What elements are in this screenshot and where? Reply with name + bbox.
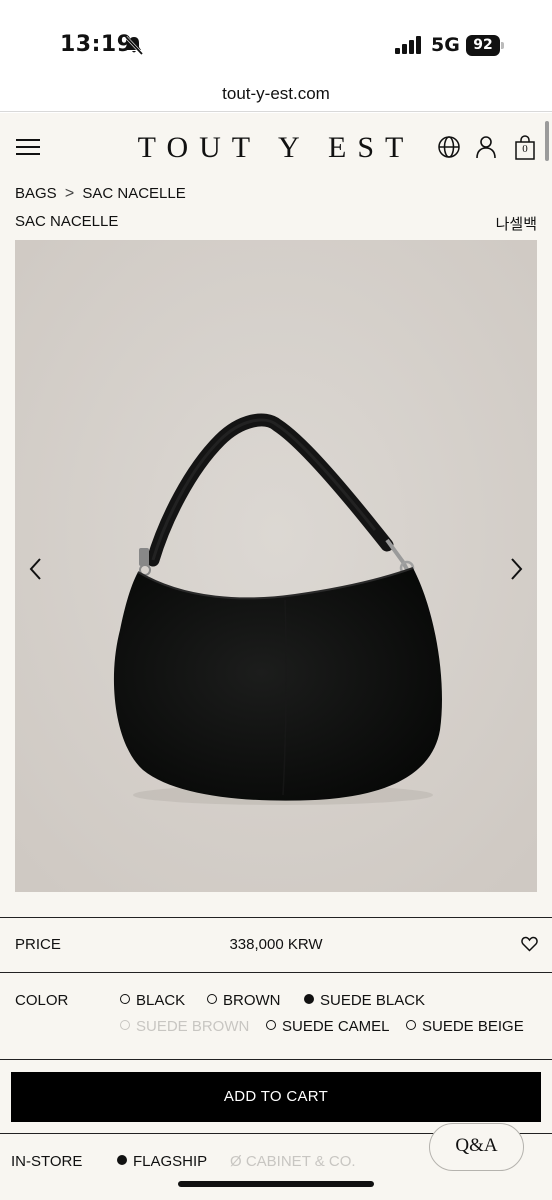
- breadcrumb-sac-nacelle[interactable]: SAC NACELLE: [82, 185, 185, 202]
- color-option-suede-brown: SUEDE BROWN: [120, 1018, 249, 1035]
- battery-cap: [501, 42, 504, 49]
- chevron-left-icon[interactable]: [27, 556, 45, 582]
- url-text[interactable]: tout-y-est.com: [222, 84, 330, 103]
- product-title: SAC NACELLE: [15, 213, 119, 230]
- store-option-label: FLAGSHIP: [133, 1153, 208, 1170]
- store-option-cabinet: Ø CABINET & CO.: [230, 1153, 356, 1170]
- user-icon[interactable]: [475, 135, 497, 159]
- color-option-label: BROWN: [223, 992, 281, 1009]
- store-available-icon: [117, 1155, 127, 1165]
- add-to-cart-button[interactable]: ADD TO CART: [11, 1072, 541, 1122]
- color-label: COLOR: [15, 992, 69, 1009]
- web-page: TOUT Y EST 0 BAGS > SAC NACELLE SAC NACE…: [0, 113, 552, 1200]
- color-option-brown[interactable]: BROWN: [207, 992, 281, 1009]
- color-option-label: SUEDE BROWN: [136, 1018, 250, 1035]
- color-option-suede-black[interactable]: SUEDE BLACK: [304, 992, 425, 1009]
- battery-icon: 92: [466, 35, 504, 56]
- price-value: 338,000 KRW: [229, 936, 323, 953]
- radio-icon: [207, 994, 217, 1004]
- color-option-label: SUEDE BLACK: [320, 992, 426, 1009]
- breadcrumb-bags[interactable]: BAGS: [15, 185, 57, 202]
- site-header: TOUT Y EST 0: [0, 113, 552, 179]
- breadcrumb: BAGS > SAC NACELLE: [15, 185, 190, 203]
- cart-count: 0: [522, 143, 528, 155]
- product-photo: [15, 240, 537, 892]
- radio-icon: [120, 1020, 130, 1030]
- store-option-flagship[interactable]: FLAGSHIP: [117, 1153, 207, 1170]
- radio-selected-icon: [304, 994, 314, 1004]
- status-bar: 13:19 5G 92: [0, 0, 552, 80]
- color-option-label: SUEDE CAMEL: [282, 1018, 390, 1035]
- bell-muted-icon: [124, 35, 144, 55]
- instore-label: IN-STORE: [11, 1153, 83, 1170]
- color-option-label: SUEDE BEIGE: [422, 1018, 524, 1035]
- address-bar[interactable]: tout-y-est.com: [0, 80, 552, 112]
- color-option-black[interactable]: BLACK: [120, 992, 185, 1009]
- globe-icon[interactable]: [437, 135, 461, 159]
- chevron-right-icon[interactable]: [507, 556, 525, 582]
- unavailable-icon: Ø: [230, 1153, 242, 1170]
- home-indicator: [178, 1181, 374, 1187]
- divider: [0, 917, 552, 918]
- battery-level: 92: [466, 35, 500, 56]
- product-image-gallery[interactable]: [15, 240, 537, 892]
- shopping-bag-icon[interactable]: 0: [514, 135, 536, 160]
- radio-icon: [266, 1020, 276, 1030]
- color-option-label: BLACK: [136, 992, 186, 1009]
- heart-icon[interactable]: [521, 936, 538, 952]
- breadcrumb-separator: >: [64, 185, 75, 202]
- divider: [0, 972, 552, 973]
- status-time: 13:19: [60, 32, 133, 57]
- signal-icon: [395, 36, 421, 54]
- divider: [0, 1059, 552, 1060]
- radio-icon: [120, 994, 130, 1004]
- color-option-suede-beige[interactable]: SUEDE BEIGE: [406, 1018, 524, 1035]
- qa-button[interactable]: Q&A: [429, 1123, 524, 1171]
- network-label: 5G: [431, 34, 460, 56]
- color-option-suede-camel[interactable]: SUEDE CAMEL: [266, 1018, 390, 1035]
- store-option-label: CABINET & CO.: [245, 1153, 356, 1170]
- product-title-korean: 나셀백: [495, 216, 537, 233]
- site-logo[interactable]: TOUT Y EST: [0, 131, 552, 165]
- radio-icon: [406, 1020, 416, 1030]
